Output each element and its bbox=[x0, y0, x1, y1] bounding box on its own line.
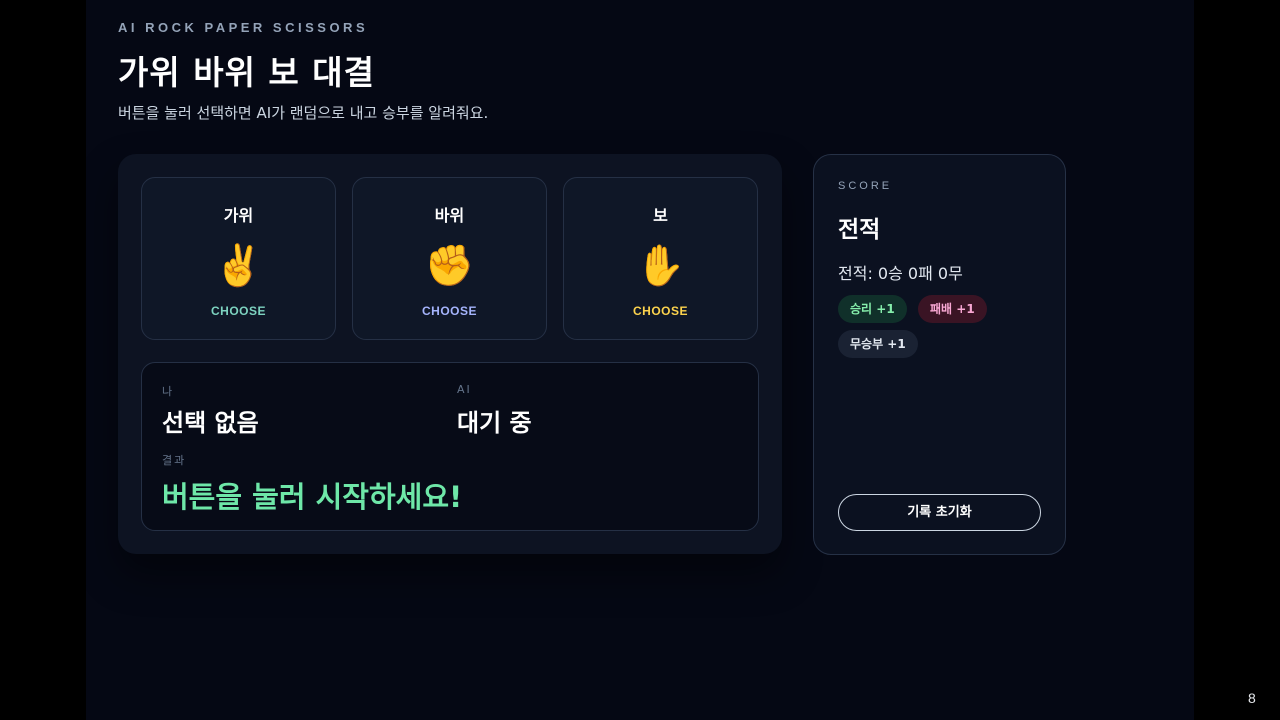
loss-chip: 패배 +1 bbox=[918, 295, 987, 323]
eyebrow-label: AI ROCK PAPER SCISSORS bbox=[118, 20, 369, 35]
choice-rock-button[interactable]: 바위 ✊ CHOOSE bbox=[352, 177, 547, 340]
app-root: AI ROCK PAPER SCISSORS 가위 바위 보 대결 버튼을 눌러… bbox=[86, 0, 1194, 720]
choose-label: CHOOSE bbox=[632, 304, 688, 318]
choice-paper-button[interactable]: 보 ✋ CHOOSE bbox=[563, 177, 758, 340]
choice-scissors-button[interactable]: 가위 ✌️ CHOOSE bbox=[141, 177, 336, 340]
game-panel: 가위 ✌️ CHOOSE 바위 ✊ CHOOSE 보 ✋ CHOOSE 나 선택… bbox=[118, 154, 782, 554]
result-message: 버튼을 눌러 시작하세요! bbox=[162, 480, 463, 514]
score-panel: SCORE 전적 전적: 0승 0패 0무 승리 +1 패배 +1 무승부 +1… bbox=[813, 154, 1066, 555]
victory-hand-icon: ✌️ bbox=[213, 243, 264, 289]
page-subtitle: 버튼을 눌러 선택하면 AI가 랜덤으로 내고 승부를 알려줘요. bbox=[118, 104, 489, 122]
ai-choice-label: AI bbox=[457, 383, 472, 396]
choice-label: 보 bbox=[653, 206, 668, 225]
choose-label: CHOOSE bbox=[421, 304, 477, 318]
choice-label: 바위 bbox=[434, 206, 465, 225]
score-eyebrow: SCORE bbox=[838, 180, 893, 192]
ai-choice-value: 대기 중 bbox=[457, 409, 532, 437]
draw-chip: 무승부 +1 bbox=[838, 330, 918, 358]
raised-hand-icon: ✋ bbox=[635, 243, 686, 289]
choose-label: CHOOSE bbox=[210, 304, 266, 318]
win-chip: 승리 +1 bbox=[838, 295, 907, 323]
choice-label: 가위 bbox=[223, 206, 254, 225]
reset-record-button[interactable]: 기록 초기화 bbox=[838, 494, 1041, 531]
my-choice-label: 나 bbox=[162, 385, 175, 398]
my-choice-value: 선택 없음 bbox=[162, 409, 259, 437]
score-record: 전적: 0승 0패 0무 bbox=[838, 264, 963, 283]
score-title: 전적 bbox=[838, 217, 881, 243]
result-box: 나 선택 없음 AI 대기 중 결과 버튼을 눌러 시작하세요! bbox=[141, 362, 759, 531]
raised-fist-icon: ✊ bbox=[424, 243, 475, 289]
page-title: 가위 바위 보 대결 bbox=[118, 53, 375, 92]
result-label: 결과 bbox=[162, 454, 187, 467]
page-number: 8 bbox=[1248, 690, 1256, 706]
